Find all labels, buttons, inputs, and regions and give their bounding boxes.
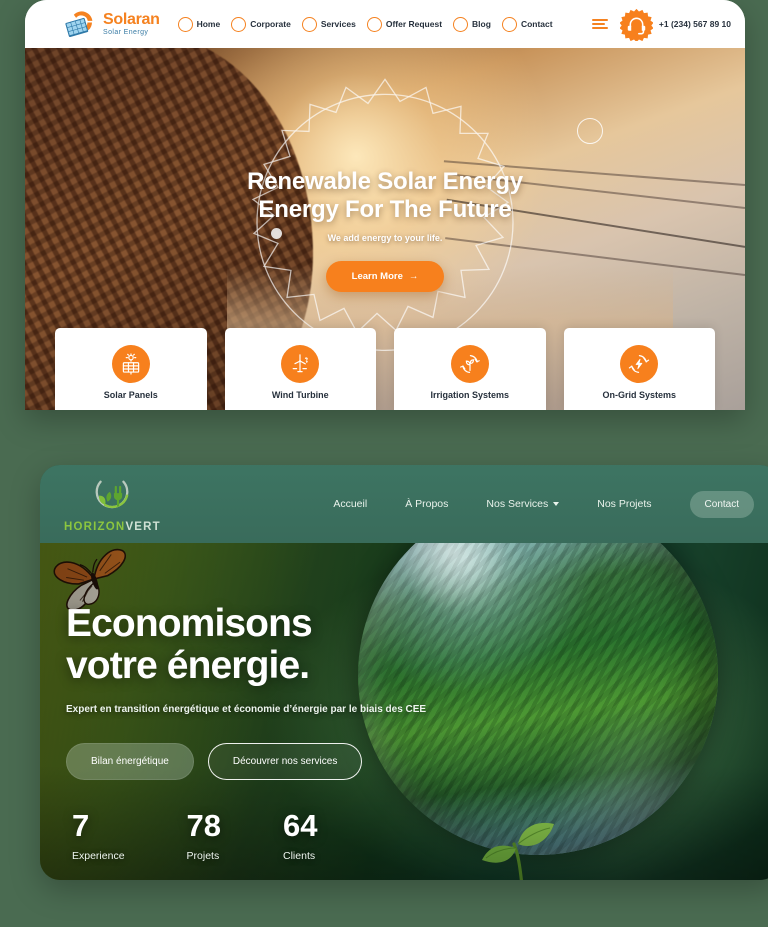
nav-item-home[interactable]: Home: [177, 16, 221, 32]
hero-subtitle: Expert en transition énergétique et écon…: [66, 704, 427, 716]
solaran-hero: Renewable Solar Energy Energy For The Fu…: [25, 48, 745, 410]
nav-item-accueil[interactable]: Accueil: [333, 498, 367, 510]
service-card-solar-panels[interactable]: Solar Panels: [55, 328, 207, 410]
stat-projets: 78 Projets: [187, 810, 221, 862]
solar-panel-icon: [111, 344, 150, 383]
stat-value: 7: [72, 808, 90, 844]
lightning-recycle-icon: [620, 344, 659, 383]
nav-label: À Propos: [405, 498, 449, 510]
hero-title: Economisons votre énergie.: [66, 602, 426, 688]
solar-panel-sun-logo-icon: [63, 9, 97, 39]
bilan-energetique-button[interactable]: Bilan énergétique: [66, 743, 194, 781]
nav-item-services[interactable]: Services: [301, 16, 356, 32]
learn-more-label: Learn More: [351, 270, 403, 282]
stat-value: 78: [186, 808, 222, 844]
bullet-ring-icon: [177, 16, 193, 32]
horizonvert-header: HORIZONVERT Accueil À Propos Nos Service…: [40, 465, 768, 543]
nav-item-corporate[interactable]: Corporate: [231, 16, 291, 32]
phone-number: +1 (234) 567 89 10: [658, 19, 731, 29]
chevron-down-icon: [553, 502, 560, 506]
hero-subtitle: We add energy to your life.: [327, 232, 443, 243]
horizonvert-nav: Accueil À Propos Nos Services Nos Projet…: [333, 490, 754, 518]
green-sprout-decoration: [474, 808, 570, 880]
nav-label: Nos Projets: [597, 498, 652, 510]
logo-word-horizon: HORIZON: [64, 520, 126, 533]
solaran-nav: Home Corporate Services Offer Request Bl…: [177, 16, 588, 32]
arrow-right-icon: →: [408, 270, 419, 282]
nav-label: Services: [320, 19, 356, 29]
nav-item-nos-projets[interactable]: Nos Projets: [597, 498, 651, 510]
nav-label: Home: [196, 19, 221, 29]
wind-turbine-icon: [281, 344, 320, 383]
solaran-brand-name: Solaran: [103, 11, 160, 28]
stat-value: 64: [283, 808, 318, 844]
nav-item-blog[interactable]: Blog: [453, 16, 491, 32]
solaran-logo[interactable]: Solaran Solar Energy: [63, 9, 160, 39]
nav-label: Corporate: [250, 19, 291, 29]
horizonvert-hero: Economisons votre énergie. Expert en tra…: [40, 543, 768, 880]
hero-buttons: Bilan énergétique Découvrer nos services: [66, 743, 426, 781]
nav-item-offer-request[interactable]: Offer Request: [366, 16, 443, 32]
stat-label: Clients: [283, 850, 316, 863]
nav-item-contact[interactable]: Contact: [501, 16, 553, 32]
nav-label: Accueil: [333, 498, 368, 510]
hamburger-icon[interactable]: [591, 18, 608, 30]
solaran-tagline: Solar Energy: [103, 29, 149, 36]
learn-more-button[interactable]: Learn More →: [325, 260, 445, 292]
nav-label: Nos Services: [486, 498, 549, 510]
bullet-ring-icon: [301, 16, 317, 32]
bullet-ring-icon: [453, 16, 469, 32]
hero-title-line2: Energy For The Future: [258, 195, 512, 223]
decouvrer-nos-services-button[interactable]: Découvrer nos services: [207, 743, 363, 781]
nav-item-nos-services[interactable]: Nos Services: [486, 498, 560, 510]
solaran-header: Solaran Solar Energy Home Corporate Serv…: [25, 0, 745, 48]
nav-label: Contact: [520, 19, 553, 29]
nav-label: Blog: [472, 19, 491, 29]
stat-experience: 7 Experience: [72, 810, 125, 862]
stat-clients: 64 Clients: [283, 810, 317, 862]
bullet-ring-icon: [366, 16, 382, 32]
headset-support-icon: [619, 8, 654, 42]
hero-circle-decoration: [577, 118, 603, 144]
horizonvert-wordmark: HORIZONVERT: [64, 521, 161, 533]
service-card-on-grid-systems[interactable]: On-Grid Systems: [563, 328, 715, 410]
hero-copy: Renewable Solar Energy Energy For The Fu…: [25, 168, 745, 292]
support-contact[interactable]: +1 (234) 567 89 10: [619, 8, 731, 42]
bullet-ring-icon: [231, 16, 247, 32]
hero-title: Renewable Solar Energy Energy For The Fu…: [25, 168, 745, 224]
solaran-website-mockup: Solaran Solar Energy Home Corporate Serv…: [25, 0, 745, 410]
contact-button[interactable]: Contact: [689, 490, 754, 518]
bullet-ring-icon: [501, 16, 517, 32]
hero-copy: Economisons votre énergie. Expert en tra…: [66, 602, 427, 862]
stat-label: Experience: [72, 850, 125, 863]
service-card-irrigation-systems[interactable]: Irrigation Systems: [394, 328, 546, 410]
service-cards: Solar Panels Wind Turbine Irrigation Sys…: [25, 328, 745, 410]
stat-label: Projets: [186, 850, 220, 863]
horizonvert-logo[interactable]: HORIZONVERT: [64, 476, 161, 533]
leaf-plug-circle-logo-icon: [85, 476, 139, 518]
hero-stats: 7 Experience 78 Projets 64 Clients: [66, 810, 426, 862]
hero-title-line1: Economisons: [66, 602, 313, 645]
service-card-label: Irrigation Systems: [430, 389, 510, 400]
logo-word-vert: VERT: [125, 520, 161, 533]
service-card-label: Solar Panels: [103, 389, 158, 400]
horizonvert-website-mockup: HORIZONVERT Accueil À Propos Nos Service…: [40, 465, 768, 880]
service-card-label: Wind Turbine: [271, 389, 329, 400]
service-card-label: On-Grid Systems: [602, 389, 677, 400]
nav-item-a-propos[interactable]: À Propos: [405, 498, 448, 510]
hero-title-line2: votre énergie.: [66, 644, 310, 688]
service-card-wind-turbine[interactable]: Wind Turbine: [224, 328, 376, 410]
plant-recycle-icon: [450, 344, 489, 383]
hero-title-line1: Renewable Solar Energy: [247, 168, 523, 195]
nav-label: Offer Request: [385, 19, 443, 29]
